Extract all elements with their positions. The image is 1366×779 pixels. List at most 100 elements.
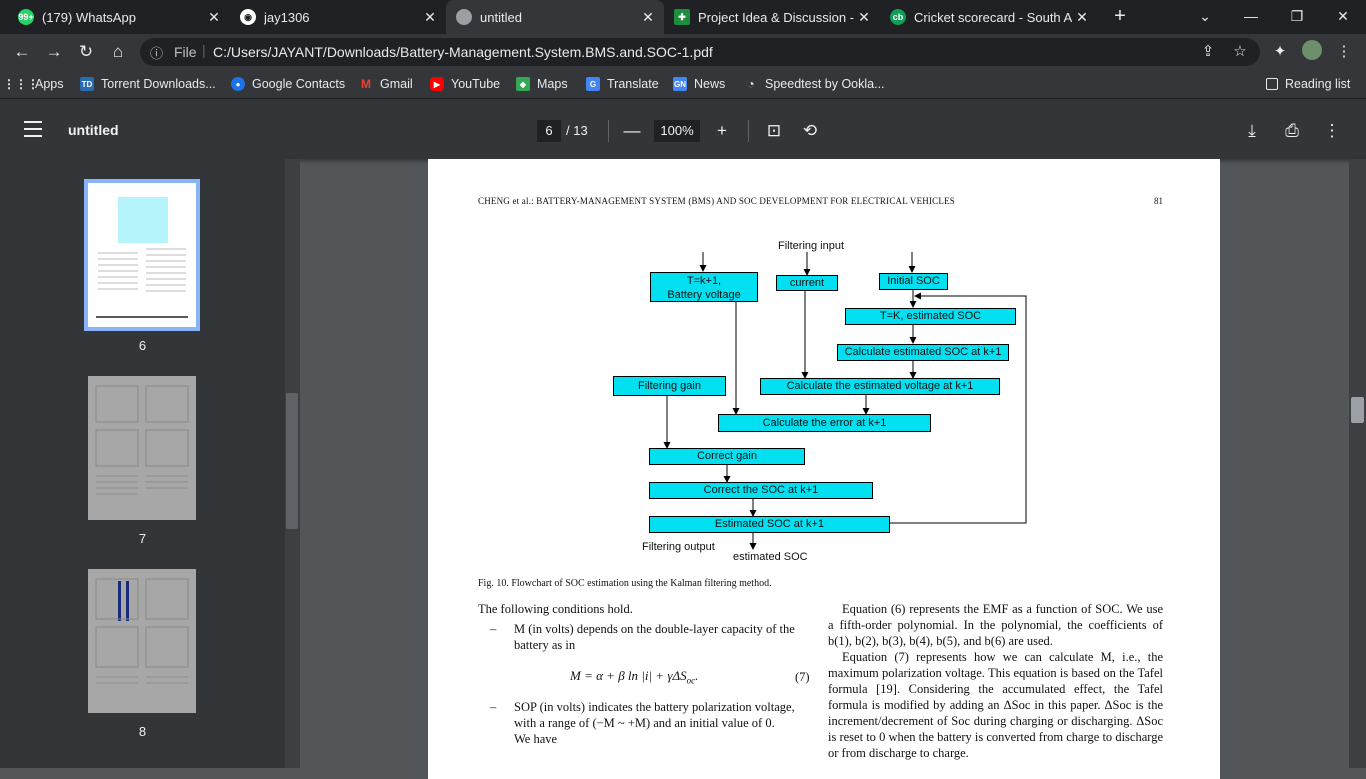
sidebar-scroll-thumb[interactable]	[286, 393, 298, 529]
speedtest-icon: ◔	[747, 77, 755, 91]
info-icon[interactable]: ⓘ	[150, 43, 163, 62]
close-tab-icon[interactable]: ✕	[420, 9, 440, 26]
new-tab-button[interactable]: +	[1108, 4, 1132, 28]
battery-voltage-box: T=k+1, Battery voltage	[650, 272, 758, 302]
initial-soc-box: Initial SOC	[879, 273, 948, 290]
close-tab-icon[interactable]: ✕	[1072, 9, 1092, 26]
bullet2-line2: with a range of (−M ~ +M) and an initial…	[514, 716, 775, 730]
bookmark-maps[interactable]: ◆ Maps	[516, 74, 568, 94]
bookmark-translate[interactable]: G Translate	[586, 74, 659, 94]
right-col-paragraph-2: Equation (7) represents how we can calcu…	[828, 650, 1163, 760]
filtering-input-label: Filtering input	[778, 240, 845, 252]
close-tab-icon[interactable]: ✕	[204, 9, 224, 26]
url-divider: |	[202, 42, 206, 58]
correct-soc-box: Correct the SOC at k+1	[649, 482, 873, 499]
reading-list-icon	[1266, 78, 1278, 90]
close-window-button[interactable]: ✕	[1320, 0, 1366, 34]
rotate-icon[interactable]: ⟲	[798, 119, 822, 143]
home-button[interactable]: ⌂	[106, 40, 130, 64]
news-icon: GN	[673, 77, 687, 91]
more-options-icon[interactable]: ⋮	[1320, 119, 1344, 143]
toolbar-divider	[608, 120, 609, 142]
sidebar-menu-icon[interactable]	[24, 121, 42, 137]
github-icon: ◉	[240, 9, 256, 25]
pdf-page: CHENG et al.: BATTERY-MANAGEMENT SYSTEM …	[428, 159, 1220, 779]
box-label: Battery voltage	[667, 289, 741, 301]
tab-cricket[interactable]: cb Cricket scorecard - South Afr ✕	[880, 0, 1098, 34]
bullet-dash: –	[490, 700, 497, 714]
download-icon[interactable]: ⤓	[1240, 119, 1264, 143]
tab-github[interactable]: ◉ jay1306 ✕	[230, 0, 446, 34]
estimated-soc-label: estimated SOC	[733, 551, 808, 563]
bookmark-star-icon[interactable]: ☆	[1228, 40, 1252, 64]
bookmark-gmail[interactable]: M Gmail	[359, 74, 413, 94]
zoom-input[interactable]: 100%	[654, 120, 700, 142]
bookmark-youtube[interactable]: ▶ YouTube	[430, 74, 500, 94]
zoom-out-button[interactable]: —	[620, 119, 644, 143]
tab-untitled[interactable]: untitled ✕	[446, 0, 664, 34]
zoom-in-button[interactable]: +	[710, 119, 734, 143]
translate-icon: G	[586, 77, 600, 91]
equation-7: M = α + β ln |i| + γΔSoc.	[570, 668, 699, 686]
back-button[interactable]: ←	[10, 40, 34, 64]
bookmark-speedtest[interactable]: ◔ Speedtest by Ookla...	[744, 74, 884, 94]
estimated-soc-k1-box: Estimated SOC at k+1	[649, 516, 890, 533]
box-label: T=k+1,	[686, 275, 722, 287]
conditions-intro: The following conditions hold.	[478, 602, 633, 616]
url-text[interactable]: C:/Users/JAYANT/Downloads/Battery-Manage…	[213, 44, 713, 60]
viewer-scroll-thumb[interactable]	[1351, 397, 1364, 423]
reading-list-button[interactable]: Reading list	[1266, 74, 1350, 94]
pdf-title: untitled	[68, 122, 119, 138]
page-thumbnail-6[interactable]	[84, 179, 200, 331]
page-thumbnail-8[interactable]	[88, 569, 196, 713]
toolbar-divider	[748, 120, 749, 142]
tab-title: jay1306	[264, 9, 310, 25]
tab-whatsapp[interactable]: 99+ (179) WhatsApp ✕	[8, 0, 230, 34]
page-number-input[interactable]: 6	[537, 120, 561, 142]
extensions-icon[interactable]: ✦	[1268, 40, 1292, 64]
page-thumbnail-7[interactable]	[88, 376, 196, 520]
contacts-icon: ●	[231, 77, 245, 91]
tab-title: (179) WhatsApp	[42, 9, 136, 25]
tab-search-button[interactable]: ⌄	[1182, 0, 1228, 34]
minimize-button[interactable]: —	[1228, 0, 1274, 34]
estimated-soc-k-box: T=K, estimated SOC	[845, 308, 1016, 325]
close-tab-icon[interactable]: ✕	[638, 9, 658, 26]
tab-title: Cricket scorecard - South Afr	[914, 9, 1072, 25]
thumbnail-label: 6	[138, 338, 147, 353]
bookmark-apps[interactable]: ⋮⋮⋮ Apps	[3, 74, 64, 94]
tab-title: Project Idea & Discussion - G	[698, 9, 854, 25]
equation-subscript: oc	[686, 675, 696, 686]
tab-project-idea[interactable]: ✚ Project Idea & Discussion - G ✕	[664, 0, 880, 34]
viewer-scrollbar[interactable]	[1349, 159, 1366, 768]
thumbnail-preview	[95, 385, 189, 495]
bullet1-line2: battery as in	[514, 638, 576, 652]
current-box: current	[776, 275, 838, 291]
reload-button[interactable]: ↻	[74, 40, 98, 64]
filtering-gain-box: Filtering gain	[613, 376, 726, 396]
whatsapp-icon: 99+	[18, 9, 34, 25]
classroom-icon: ✚	[674, 9, 690, 25]
share-icon[interactable]: ⇪	[1196, 40, 1220, 64]
fit-page-icon[interactable]: ⊡	[762, 119, 786, 143]
forward-button[interactable]: →	[42, 40, 66, 64]
profile-avatar[interactable]	[1300, 40, 1324, 64]
tab-title: untitled	[480, 9, 522, 25]
restore-button[interactable]: ❐	[1274, 0, 1320, 34]
maps-icon: ◆	[516, 77, 530, 91]
figure-caption: Fig. 10. Flowchart of SOC estimation usi…	[478, 578, 772, 589]
thumbnail-label: 8	[138, 724, 147, 739]
globe-icon	[456, 9, 472, 25]
close-tab-icon[interactable]: ✕	[854, 9, 874, 26]
browser-menu-icon[interactable]: ⋮	[1332, 40, 1356, 64]
address-bar[interactable]: ⓘ File | C:/Users/JAYANT/Downloads/Batte…	[140, 38, 1260, 66]
print-icon[interactable]: ⎙	[1280, 119, 1304, 143]
bullet2-line3: We have	[514, 732, 558, 746]
calc-error-box: Calculate the error at k+1	[718, 414, 931, 432]
equation-body: M = α + β ln |i| + γΔS	[570, 668, 687, 683]
correct-gain-box: Correct gain	[649, 448, 805, 465]
bookmark-contacts[interactable]: ● Google Contacts	[231, 74, 345, 94]
torrent-icon: TD	[80, 77, 94, 91]
bookmark-news[interactable]: GN News	[673, 74, 725, 94]
bookmark-torrent[interactable]: TD Torrent Downloads...	[80, 74, 216, 94]
